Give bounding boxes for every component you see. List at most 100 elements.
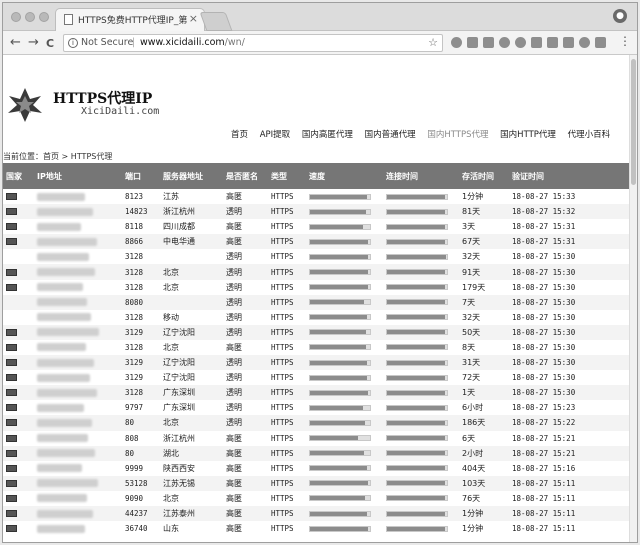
extension-icon[interactable] xyxy=(579,37,590,48)
table-cell xyxy=(3,264,34,280)
location: 辽宁沈阳 xyxy=(163,373,195,383)
col-speed: 速度 xyxy=(306,163,383,189)
extension-icon[interactable] xyxy=(547,37,558,48)
forward-icon[interactable]: → xyxy=(28,35,39,51)
nav-domestic-normal[interactable]: 国内普通代理 xyxy=(365,130,416,140)
country-flag-icon xyxy=(6,208,17,216)
extension-icon[interactable] xyxy=(595,37,606,48)
table-cell: 53128 xyxy=(122,475,160,491)
location: 北京 xyxy=(163,342,179,352)
speed-bar-fill xyxy=(310,209,366,214)
ip-address-redacted xyxy=(37,283,83,292)
connect-time-bar-fill xyxy=(387,194,446,199)
nav-domestic-https[interactable]: 国内HTTPS代理 xyxy=(427,130,488,140)
proxy-type: HTTPS xyxy=(271,237,294,247)
close-window-icon[interactable] xyxy=(11,12,21,22)
table-cell: 透明 xyxy=(223,415,268,431)
table-cell: 8866 xyxy=(122,234,160,250)
table-cell: 18-08-27 15:33 xyxy=(509,189,631,205)
table-cell xyxy=(34,475,122,491)
port: 9999 xyxy=(125,463,144,473)
ip-address-redacted xyxy=(37,343,86,352)
nav-home[interactable]: 首页 xyxy=(231,130,248,140)
browser-toolbar: ← → C i Not Secure | www.xicidaili.com/w… xyxy=(3,31,637,55)
menu-icon[interactable]: ⋮ xyxy=(619,34,631,48)
table-cell: 76天 xyxy=(459,490,509,506)
table-cell xyxy=(306,445,383,461)
nav-domestic-http[interactable]: 国内HTTP代理 xyxy=(500,130,556,140)
anonymity: 透明 xyxy=(226,327,242,337)
verified-time: 18-08-27 15:21 xyxy=(512,433,576,443)
table-cell: 1分钟 xyxy=(459,189,509,205)
table-cell: 高匿 xyxy=(223,234,268,250)
extension-icon[interactable] xyxy=(563,37,574,48)
tab-strip: HTTPS免费HTTP代理IP_第1页 × ● xyxy=(3,3,637,31)
table-cell xyxy=(3,294,34,310)
table-cell: 3128 xyxy=(122,279,160,295)
port: 80 xyxy=(125,418,135,428)
vertical-scrollbar[interactable] xyxy=(629,55,637,542)
table-cell xyxy=(34,309,122,325)
connect-time-bar-fill xyxy=(387,481,446,486)
browser-tab[interactable]: HTTPS免费HTTP代理IP_第1页 × xyxy=(55,8,205,31)
speed-bar xyxy=(309,208,371,215)
table-cell: 18-08-27 15:31 xyxy=(509,219,631,235)
nav-api[interactable]: API提取 xyxy=(260,130,290,140)
speed-bar xyxy=(309,253,371,260)
verified-time: 18-08-27 15:30 xyxy=(512,327,576,337)
table-cell: 陕西西安 xyxy=(160,460,223,476)
back-icon[interactable]: ← xyxy=(10,35,21,51)
address-bar[interactable]: i Not Secure | www.xicidaili.com/wn/ ☆ xyxy=(63,34,443,52)
minimize-window-icon[interactable] xyxy=(25,12,35,22)
brand-title: HTTPS代理IP xyxy=(53,91,153,107)
port: 3128 xyxy=(125,342,144,352)
extension-icon[interactable] xyxy=(531,37,542,48)
extension-icon[interactable] xyxy=(467,37,478,48)
alive-time: 186天 xyxy=(462,418,486,428)
profile-icon[interactable]: ● xyxy=(613,9,627,23)
col-port: 端口 xyxy=(122,163,160,189)
connect-time-bar xyxy=(386,238,448,245)
port: 8866 xyxy=(125,237,144,247)
table-cell xyxy=(160,294,223,310)
proxy-type: HTTPS xyxy=(271,358,294,368)
alive-time: 3天 xyxy=(462,222,476,232)
maximize-window-icon[interactable] xyxy=(39,12,49,22)
new-tab-button[interactable] xyxy=(199,12,233,31)
proxy-type: HTTPS xyxy=(271,418,294,428)
anonymity: 透明 xyxy=(226,207,242,217)
location: 浙江杭州 xyxy=(163,433,195,443)
table-cell: 高匿 xyxy=(223,490,268,506)
scrollbar-thumb[interactable] xyxy=(631,59,636,185)
speed-bar xyxy=(309,419,371,426)
extension-icon[interactable] xyxy=(499,37,510,48)
reload-icon[interactable]: C xyxy=(46,36,54,52)
table-cell: 3天 xyxy=(459,219,509,235)
extension-icon[interactable] xyxy=(483,37,494,48)
ip-address-redacted xyxy=(37,237,97,246)
info-icon[interactable]: i xyxy=(68,38,78,48)
star-icon[interactable]: ☆ xyxy=(428,35,438,51)
table-cell: 3128 xyxy=(122,249,160,265)
table-cell: HTTPS xyxy=(268,445,306,461)
nav-domestic-elite[interactable]: 国内高匿代理 xyxy=(302,130,353,140)
table-cell xyxy=(3,415,34,431)
proxy-type: HTTPS xyxy=(271,312,294,322)
extension-icon[interactable] xyxy=(515,37,526,48)
table-cell: 高匿 xyxy=(223,219,268,235)
extension-icon[interactable] xyxy=(451,37,462,48)
table-cell xyxy=(3,355,34,371)
nav-wiki[interactable]: 代理小百科 xyxy=(568,130,611,140)
breadcrumb-home[interactable]: 首页 xyxy=(43,152,59,161)
table-cell xyxy=(383,370,459,386)
speed-bar-fill xyxy=(310,285,368,290)
table-cell xyxy=(306,475,383,491)
col-anonymity: 是否匿名 xyxy=(223,163,268,189)
table-cell: 18-08-27 15:11 xyxy=(509,521,631,537)
url-text[interactable]: www.xicidaili.com/wn/ xyxy=(140,35,245,51)
tab-close-icon[interactable]: × xyxy=(189,12,198,25)
speed-bar-fill xyxy=(310,224,363,229)
speed-bar xyxy=(309,525,371,532)
connect-time-bar xyxy=(386,314,448,321)
table-cell: HTTPS xyxy=(268,521,306,537)
